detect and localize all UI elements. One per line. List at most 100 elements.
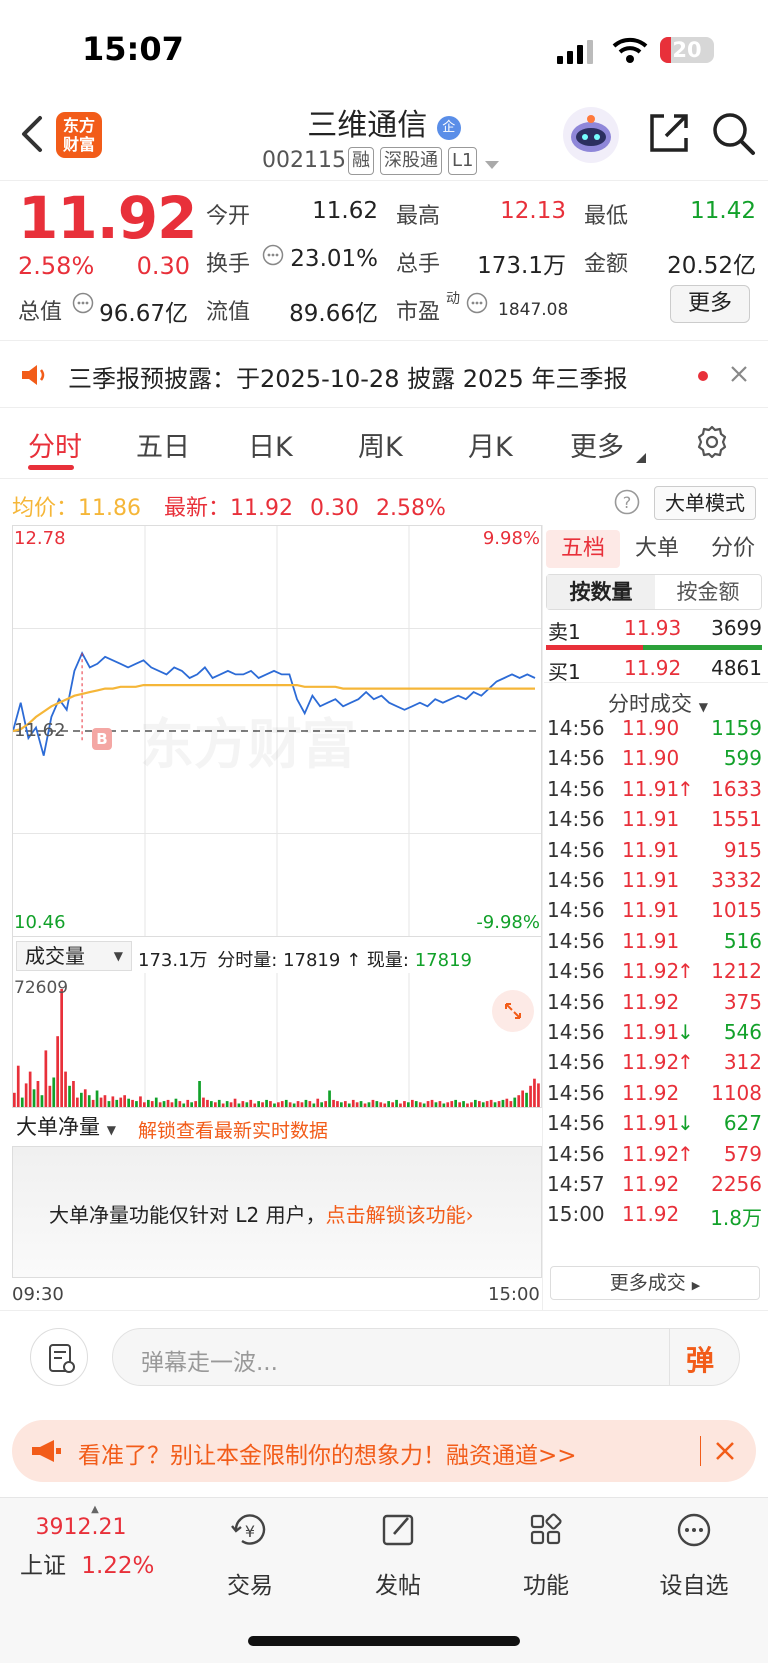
tick-volume: 599 bbox=[723, 746, 762, 771]
triangle-down-icon bbox=[636, 448, 646, 467]
low-value: 11.42 bbox=[690, 198, 756, 224]
nav-functions-label: 功能 bbox=[523, 1573, 569, 1599]
more-ticks-label: 更多成交 bbox=[609, 1272, 686, 1294]
notes-icon[interactable] bbox=[30, 1328, 88, 1386]
tab-monthly-k[interactable]: 月K bbox=[468, 425, 513, 464]
barrage-send-button[interactable]: 弹 bbox=[669, 1329, 739, 1385]
tab-fenshi[interactable]: 分时 bbox=[28, 425, 82, 464]
tick-volume: 1551 bbox=[711, 807, 762, 832]
ai-robot-icon[interactable] bbox=[562, 106, 620, 168]
close-icon[interactable] bbox=[730, 365, 748, 387]
ticks-title[interactable]: 分时成交 ▼ bbox=[608, 688, 708, 718]
tick-volume: 1108 bbox=[711, 1080, 762, 1105]
by-quantity-option[interactable]: 按数量 bbox=[547, 575, 655, 609]
banner-text: 看准了？别让本金限制你的想象力！融资通道>> bbox=[78, 1443, 577, 1469]
info-dots-icon[interactable] bbox=[262, 244, 284, 270]
more-ticks-button[interactable]: 更多成交 ▶ bbox=[550, 1266, 760, 1300]
tab-more[interactable]: 更多 bbox=[570, 425, 624, 464]
tick-price: 11.90 bbox=[622, 716, 680, 740]
info-dots-icon[interactable] bbox=[72, 292, 94, 318]
nav-trade-label: 交易 bbox=[227, 1573, 273, 1599]
svg-text:?: ? bbox=[623, 493, 632, 512]
turnover-label: 换手 bbox=[206, 252, 251, 277]
big-order-mode-button[interactable]: 大单模式 bbox=[654, 486, 756, 520]
gear-icon[interactable] bbox=[694, 424, 730, 464]
nav-trade[interactable]: ¥ 交易 bbox=[200, 1508, 300, 1600]
high-label: 最高 bbox=[396, 204, 441, 229]
status-time: 15:07 bbox=[82, 30, 184, 68]
tick-volume: 516 bbox=[723, 928, 762, 953]
nav-functions[interactable]: 功能 bbox=[496, 1508, 596, 1600]
grid-icon bbox=[496, 1508, 596, 1556]
tab-price-distribution[interactable]: 分价 bbox=[702, 530, 764, 568]
tick-row: 14:56 11.91 516 bbox=[0, 929, 768, 957]
nav-watchlist[interactable]: 设自选 bbox=[644, 1508, 744, 1600]
latest-label: 最新： bbox=[164, 496, 231, 521]
current-price: 11.92 bbox=[18, 184, 197, 252]
tag-margin: 融 bbox=[348, 147, 374, 175]
low-label: 最低 bbox=[584, 204, 629, 229]
by-amount-option[interactable]: 按金额 bbox=[655, 575, 761, 609]
more-button[interactable]: 更多 bbox=[670, 285, 750, 323]
pe-sup: 动 bbox=[446, 291, 460, 307]
open-label: 今开 bbox=[206, 204, 251, 229]
more-dots-icon bbox=[644, 1508, 744, 1556]
sell1-price: 11.93 bbox=[624, 616, 682, 640]
tick-row: 14:56 11.92 ↑ 579 bbox=[0, 1142, 768, 1170]
tick-row: 14:56 11.92 ↑ 1212 bbox=[0, 959, 768, 987]
tick-volume: 375 bbox=[723, 989, 762, 1014]
ask-ratio-fill bbox=[546, 645, 644, 650]
notice-bar[interactable]: 三季报预披露：于2025-10-28 披露 2025 年三季报 bbox=[0, 340, 768, 408]
tab-five-levels[interactable]: 五档 bbox=[546, 530, 620, 568]
tag-level1: L1 bbox=[448, 147, 478, 175]
mktcap-value: 96.67亿 bbox=[99, 301, 188, 327]
tick-row: 14:56 11.91 ↑ 1633 bbox=[0, 777, 768, 805]
enterprise-badge: 企 bbox=[436, 116, 461, 140]
change-value: 0.30 bbox=[136, 252, 190, 280]
latest-change: 0.30 bbox=[310, 496, 359, 521]
tab-weekly-k[interactable]: 周K bbox=[358, 425, 403, 464]
tick-time: 14:56 bbox=[547, 837, 605, 862]
tick-volume: 1212 bbox=[711, 959, 762, 984]
stock-code: 002115 bbox=[262, 148, 346, 173]
tick-row: 14:56 11.90 599 bbox=[0, 746, 768, 774]
tick-row: 14:56 11.91 3332 bbox=[0, 868, 768, 896]
tick-time: 14:56 bbox=[547, 807, 605, 832]
open-value: 11.62 bbox=[312, 198, 378, 224]
y-max-pct-label: 9.98% bbox=[482, 528, 540, 549]
tab-daily-k[interactable]: 日K bbox=[248, 425, 293, 464]
index-pct: 1.22% bbox=[81, 1553, 155, 1579]
edit-icon bbox=[348, 1508, 448, 1556]
share-icon[interactable] bbox=[648, 112, 690, 158]
close-icon[interactable] bbox=[714, 1440, 736, 1466]
tick-volume: 1159 bbox=[711, 716, 762, 740]
search-icon[interactable] bbox=[712, 112, 756, 160]
change-pct: 2.58% bbox=[18, 252, 95, 280]
avg-price-line: 均价：11.86 最新：11.92 0.30 2.58% bbox=[12, 490, 446, 522]
wifi-icon bbox=[612, 36, 648, 68]
barrage-input[interactable]: 弹幕走一波... 弹 bbox=[112, 1328, 740, 1386]
barrage-button-label: 弹 bbox=[686, 1344, 715, 1377]
latest-pct: 2.58% bbox=[375, 496, 446, 521]
nav-post[interactable]: 发帖 bbox=[348, 1508, 448, 1600]
float-label: 流值 bbox=[206, 300, 251, 325]
buy1-price: 11.92 bbox=[624, 656, 682, 680]
info-dots-icon[interactable] bbox=[466, 292, 488, 318]
chevron-down-icon[interactable] bbox=[485, 156, 499, 175]
tab-big-order[interactable]: 大单 bbox=[632, 530, 682, 568]
help-icon[interactable]: ? bbox=[614, 489, 640, 519]
tab-five-day[interactable]: 五日 bbox=[136, 425, 190, 464]
home-indicator bbox=[248, 1636, 520, 1646]
tick-price: 11.92 bbox=[622, 1080, 680, 1105]
margin-banner[interactable]: 看准了？别让本金限制你的想象力！融资通道>> bbox=[12, 1420, 756, 1482]
tick-time: 14:56 bbox=[547, 1141, 605, 1166]
buy1-volume: 4861 bbox=[711, 656, 762, 680]
tick-time: 14:56 bbox=[547, 716, 605, 740]
tick-volume: 3332 bbox=[711, 868, 762, 892]
tick-volume: 1.8万 bbox=[710, 1206, 762, 1231]
index-name: 上证 bbox=[20, 1553, 66, 1579]
ticks-title-text: 分时成交 bbox=[608, 692, 692, 716]
tick-price: 11.90 bbox=[622, 746, 680, 771]
index-widget[interactable]: ▲ 3912.21 上证 1.22% bbox=[20, 1504, 170, 1580]
tick-time: 14:56 bbox=[547, 868, 605, 892]
